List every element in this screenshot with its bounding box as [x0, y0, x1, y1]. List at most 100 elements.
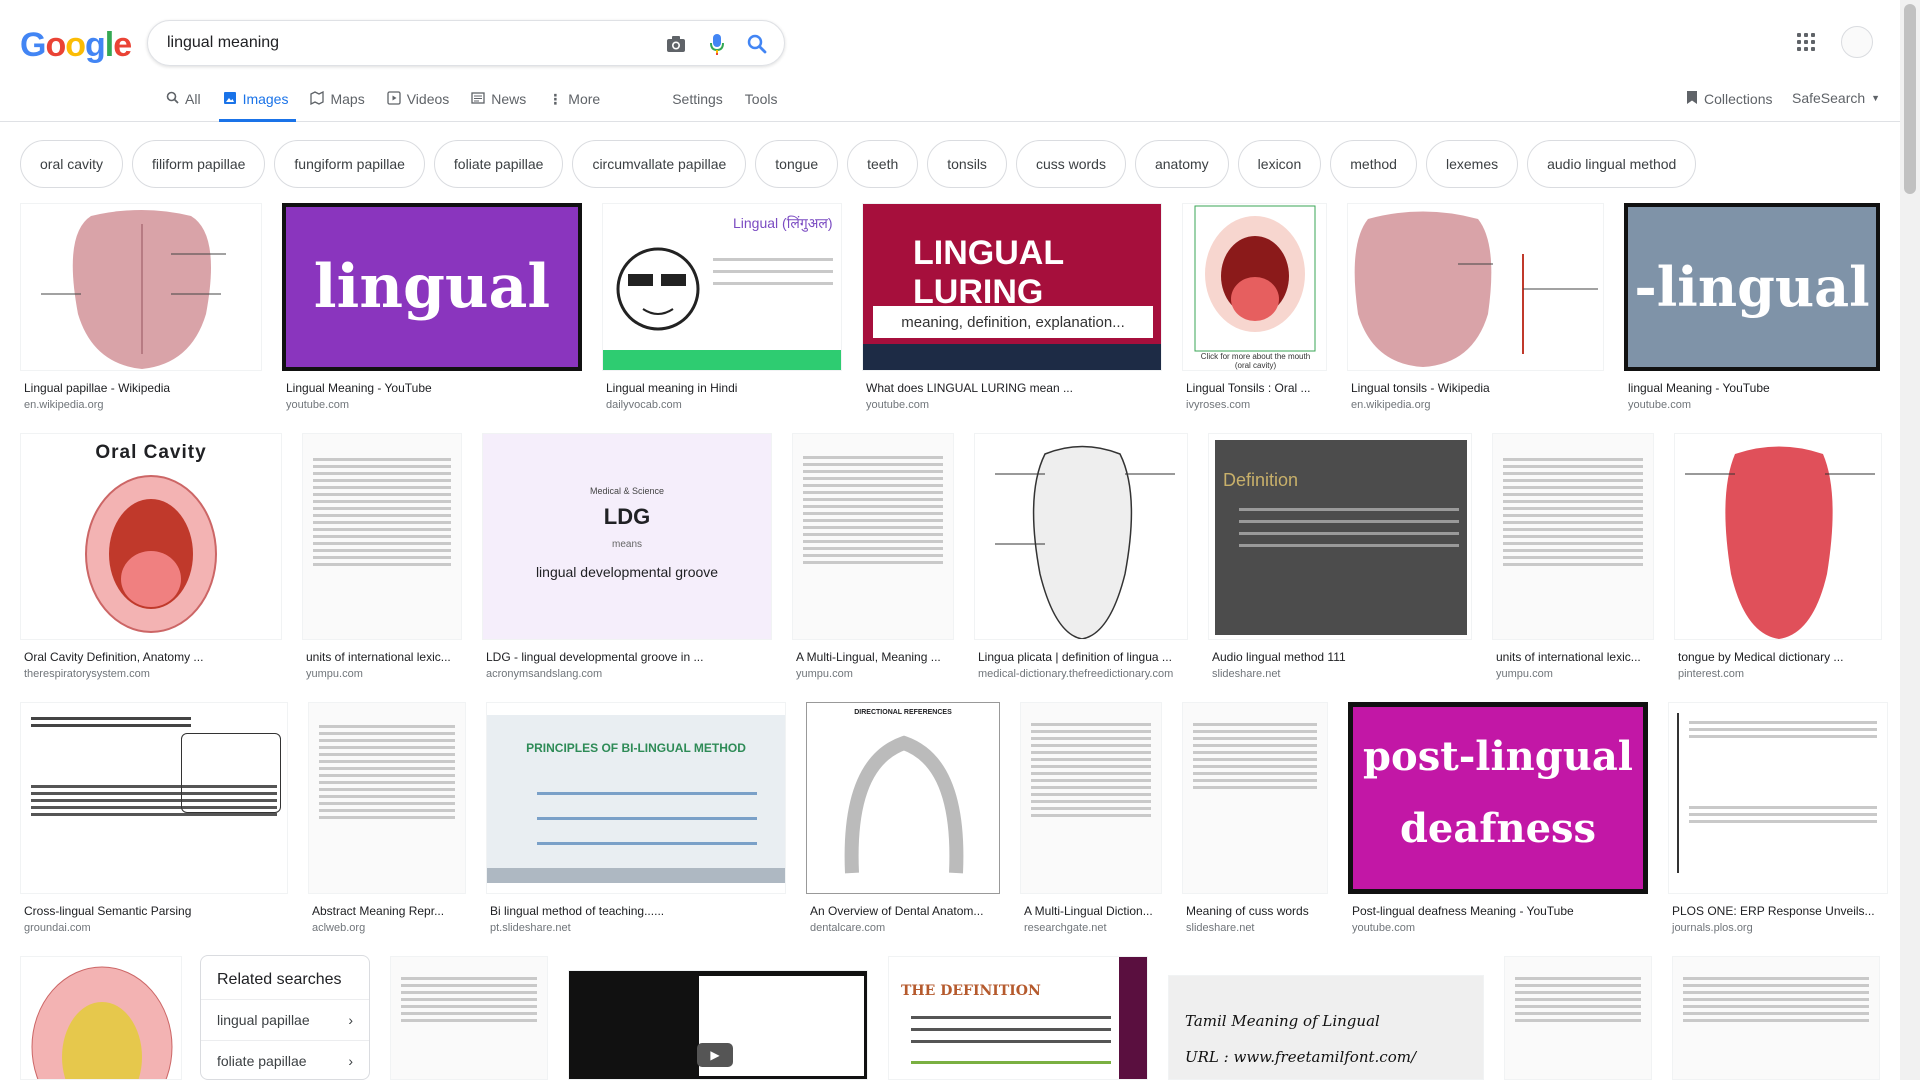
image-thumbnail[interactable]: LINGUAL LURING meaning, definition, expl…	[862, 203, 1162, 371]
tools-link[interactable]: Tools	[745, 82, 778, 122]
image-result[interactable]: Meaning of cuss words slideshare.net	[1182, 702, 1328, 934]
image-result[interactable]: LINGUAL LURING meaning, definition, expl…	[862, 203, 1162, 411]
image-result[interactable]: THE DEFINITION	[888, 956, 1148, 1080]
image-caption[interactable]: Bi lingual method of teaching......	[486, 904, 786, 918]
vertical-scrollbar[interactable]	[1900, 0, 1920, 1080]
image-thumbnail[interactable]	[302, 433, 462, 640]
image-thumbnail[interactable]: Definition	[1208, 433, 1472, 640]
image-result[interactable]: Click for more about the mouth (oral cav…	[1182, 203, 1327, 411]
image-thumbnail[interactable]	[1182, 702, 1328, 894]
image-caption[interactable]: Post-lingual deafness Meaning - YouTube	[1348, 904, 1648, 918]
related-chip[interactable]: teeth	[847, 140, 919, 188]
image-caption[interactable]: Lingual tonsils - Wikipedia	[1347, 381, 1604, 395]
image-thumbnail[interactable]: Tamil Meaning of Lingual URL : www.freet…	[1168, 975, 1484, 1080]
image-result[interactable]: Abstract Meaning Repr... aclweb.org	[308, 702, 466, 934]
play-icon[interactable]: ▶	[697, 1043, 733, 1067]
image-result[interactable]: Oral Cavity Oral Cavity Definition, Anat…	[20, 433, 282, 680]
image-result[interactable]: units of international lexic... yumpu.co…	[1492, 433, 1654, 680]
google-logo[interactable]: Google	[20, 26, 132, 65]
settings-link[interactable]: Settings	[672, 82, 723, 122]
image-result[interactable]: Medical & Science LDG means lingual deve…	[482, 433, 772, 680]
image-result[interactable]	[1672, 956, 1880, 1080]
collections-link[interactable]: Collections	[1686, 90, 1772, 108]
image-thumbnail[interactable]: Oral Cavity	[20, 433, 282, 640]
image-result[interactable]: Lingual (लिंगुअल) Lingual meaning in Hin…	[602, 203, 842, 411]
tab-all[interactable]: All	[166, 82, 201, 122]
image-thumbnail[interactable]	[974, 433, 1188, 640]
image-thumbnail[interactable]	[1347, 203, 1604, 371]
tab-maps[interactable]: Maps	[310, 82, 365, 122]
related-chip[interactable]: fungiform papillae	[274, 140, 425, 188]
related-chip[interactable]: anatomy	[1134, 140, 1229, 188]
image-result[interactable]: Lingual papillae - Wikipedia en.wikipedi…	[20, 203, 262, 411]
image-caption[interactable]: Lingual meaning in Hindi	[602, 381, 842, 395]
image-result[interactable]: A Multi-Lingual, Meaning ... yumpu.com	[792, 433, 954, 680]
image-thumbnail[interactable]	[1492, 433, 1654, 640]
image-caption[interactable]: Audio lingual method 111	[1208, 650, 1472, 664]
image-caption[interactable]: An Overview of Dental Anatom...	[806, 904, 1000, 918]
related-chip[interactable]: tongue	[755, 140, 839, 188]
image-thumbnail[interactable]	[20, 702, 288, 894]
related-chip[interactable]: tonsils	[927, 140, 1007, 188]
image-thumbnail[interactable]: Medical & Science LDG means lingual deve…	[482, 433, 772, 640]
image-caption[interactable]: lingual Meaning - YouTube	[1624, 381, 1880, 395]
image-caption[interactable]: units of international lexic...	[302, 650, 462, 664]
image-result[interactable]: ▶	[568, 970, 868, 1080]
image-thumbnail[interactable]: lingual	[282, 203, 582, 371]
image-result[interactable]: post-lingual deafness Post-lingual deafn…	[1348, 702, 1648, 934]
image-result[interactable]: tongue by Medical dictionary ... pintere…	[1674, 433, 1882, 680]
image-thumbnail[interactable]: -lingual	[1624, 203, 1880, 371]
image-result[interactable]	[390, 956, 548, 1080]
tab-images[interactable]: Images	[218, 82, 297, 122]
image-caption[interactable]: Lingual papillae - Wikipedia	[20, 381, 262, 395]
image-result[interactable]: DIRECTIONAL REFERENCES An Overview of De…	[806, 702, 1000, 934]
image-thumbnail[interactable]	[1504, 956, 1652, 1080]
image-thumbnail[interactable]	[308, 702, 466, 894]
avatar[interactable]	[1841, 26, 1873, 58]
microphone-icon[interactable]	[706, 33, 728, 55]
image-result[interactable]: PLOS ONE: ERP Response Unveils... journa…	[1668, 702, 1888, 934]
image-thumbnail[interactable]: DIRECTIONAL REFERENCES	[806, 702, 1000, 894]
search-input[interactable]: lingual meaning	[167, 34, 279, 52]
image-result[interactable]	[1504, 956, 1652, 1080]
tab-more[interactable]: ⋮ More	[548, 82, 600, 122]
image-result[interactable]: units of international lexic... yumpu.co…	[302, 433, 462, 680]
image-thumbnail[interactable]: ▶	[568, 970, 868, 1080]
image-caption[interactable]: A Multi-Lingual, Meaning ...	[792, 650, 954, 664]
image-thumbnail[interactable]: Lingual (लिंगुअल)	[602, 203, 842, 371]
image-thumbnail[interactable]	[792, 433, 954, 640]
image-caption[interactable]: PLOS ONE: ERP Response Unveils...	[1668, 904, 1888, 918]
image-caption[interactable]: Lingual Tonsils : Oral ...	[1182, 381, 1327, 395]
image-thumbnail[interactable]: Click for more about the mouth (oral cav…	[1182, 203, 1327, 371]
image-result[interactable]: Lingua plicata | definition of lingua ..…	[974, 433, 1188, 680]
image-thumbnail[interactable]	[1020, 702, 1162, 894]
image-thumbnail[interactable]	[1674, 433, 1882, 640]
safesearch-menu[interactable]: SafeSearch ▼	[1792, 90, 1880, 106]
related-chip[interactable]: lexemes	[1425, 140, 1519, 188]
image-caption[interactable]: Lingual Meaning - YouTube	[282, 381, 582, 395]
tab-news[interactable]: News	[471, 82, 526, 122]
related-chip[interactable]: filiform papillae	[132, 140, 266, 188]
image-thumbnail[interactable]	[1672, 956, 1880, 1080]
related-search-item[interactable]: foliate papillae ›	[201, 1040, 369, 1081]
related-chip[interactable]: audio lingual method	[1527, 140, 1697, 188]
image-result[interactable]: lingual Lingual Meaning - YouTube youtub…	[282, 203, 582, 411]
image-thumbnail[interactable]	[1668, 702, 1888, 894]
image-result[interactable]: Lingual tonsils - Wikipedia en.wikipedia…	[1347, 203, 1604, 411]
image-caption[interactable]: Cross-lingual Semantic Parsing	[20, 904, 288, 918]
related-chip[interactable]: cuss words	[1015, 140, 1126, 188]
image-thumbnail[interactable]	[20, 203, 262, 371]
image-caption[interactable]: units of international lexic...	[1492, 650, 1654, 664]
camera-icon[interactable]	[665, 33, 687, 55]
image-thumbnail[interactable]	[20, 956, 182, 1080]
related-chip[interactable]: oral cavity	[20, 140, 124, 188]
image-thumbnail[interactable]: THE DEFINITION	[888, 956, 1148, 1080]
image-thumbnail[interactable]: post-lingual deafness	[1348, 702, 1648, 894]
tab-videos[interactable]: Videos	[387, 82, 449, 122]
search-box[interactable]: lingual meaning	[147, 20, 785, 66]
related-chip[interactable]: method	[1330, 140, 1417, 188]
image-caption[interactable]: A Multi-Lingual Diction...	[1020, 904, 1162, 918]
image-caption[interactable]: Meaning of cuss words	[1182, 904, 1328, 918]
image-result[interactable]: A Multi-Lingual Diction... researchgate.…	[1020, 702, 1162, 934]
image-thumbnail[interactable]	[390, 956, 548, 1080]
